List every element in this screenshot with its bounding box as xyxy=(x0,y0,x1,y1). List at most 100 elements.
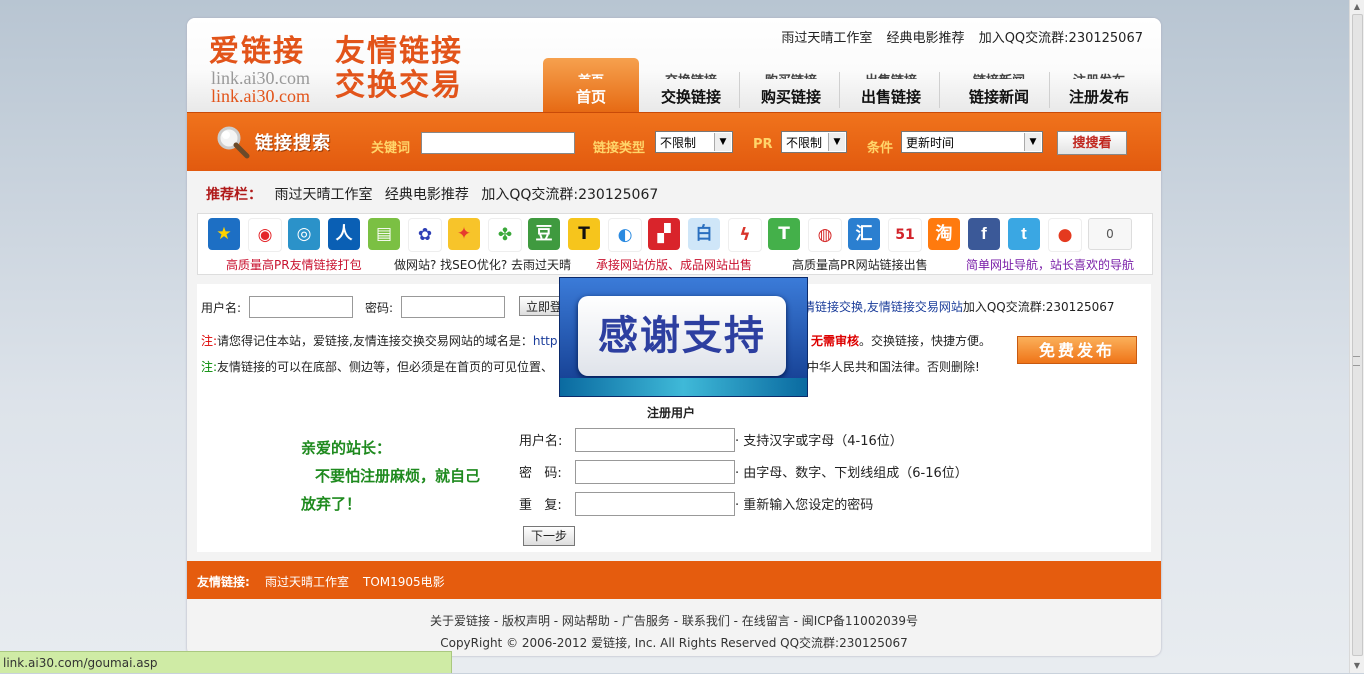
scroll-down-icon[interactable]: ▼ xyxy=(1352,661,1362,671)
condition-value: 更新时间 xyxy=(906,136,955,150)
link-type-select[interactable]: 不限制 ▼ xyxy=(655,131,733,153)
search-title: 链接搜索 xyxy=(255,133,331,154)
footer-links[interactable]: 关于爱链接 - 版权声明 - 网站帮助 - 广告服务 - 联系我们 - 在线留言… xyxy=(187,610,1161,632)
promo-link-pr-sale[interactable]: 高质量高PR网站链接出售 xyxy=(792,256,928,273)
condition-label: 条件 xyxy=(867,141,894,156)
taobao-icon[interactable]: 淘 xyxy=(928,218,960,250)
nav-separator xyxy=(739,72,740,108)
promo-link-seo[interactable]: 做网站? 找SEO优化? 去雨过天晴 xyxy=(394,256,571,273)
nav-tab-exchange[interactable]: 交换链接 交换链接 xyxy=(643,58,739,112)
note-domain: 注:请您得记住本站，爱链接,友情连接交换交易网站的域名是：http xyxy=(201,332,558,349)
login-password-input[interactable] xyxy=(401,296,505,318)
promo-link-nav[interactable]: 简单网址导航，站长喜欢的导航 xyxy=(966,256,1134,273)
site-logo[interactable]: 爱链接 友情链接 link.ai30.com link.ai30.com 交换交… xyxy=(209,24,469,108)
51-icon[interactable]: 51 xyxy=(888,218,922,252)
browser-status-bar: link.ai30.com/goumai.asp xyxy=(0,651,452,673)
netease-icon[interactable]: ◍ xyxy=(808,218,842,252)
friend-links-bar: 友情链接: 雨过天晴工作室 TOM1905电影 xyxy=(187,561,1161,599)
scroll-grip-icon xyxy=(1353,356,1360,366)
nav-tab-register[interactable]: 注册发布 注册发布 xyxy=(1051,58,1147,112)
weibo-icon[interactable]: ◉ xyxy=(248,218,282,252)
login-username-input[interactable] xyxy=(249,296,353,318)
nav-tab-register-ghost: 注册发布 xyxy=(1051,70,1147,79)
thanks-popup-ad[interactable]: 感谢支持 xyxy=(559,277,808,397)
apple-icon[interactable]: ● xyxy=(1048,218,1082,252)
recommend-link-movies[interactable]: 经典电影推荐 xyxy=(385,187,469,203)
note-rules-tail: 中华人民共和国法律。否则删除! xyxy=(807,358,980,375)
note-2-text: 友情链接的可以在底部、侧边等，但必须是在首页的可见位置、 xyxy=(217,360,554,374)
register-repeat-input[interactable] xyxy=(575,492,735,516)
t-icon[interactable]: T xyxy=(568,218,600,250)
vertical-scrollbar[interactable]: ▲ ▼ xyxy=(1349,0,1364,673)
register-username-label: 用户名: xyxy=(519,434,563,449)
search-button[interactable]: 搜搜看 xyxy=(1057,131,1127,155)
nav-tab-home-ghost: 首页 xyxy=(543,70,639,79)
share-icon-strip: ★ ◉ ◎ 人 ▤ ✿ ✦ ✤ 豆 T ◐ ▞ 白 ϟ T ◍ 汇 51 淘 f… xyxy=(197,213,1153,275)
note-1-text: 请您得记住本站，爱链接,友情连接交换交易网站的域名是： xyxy=(217,334,533,348)
baidu-icon[interactable]: ✿ xyxy=(408,218,442,252)
nav-tab-sell-ghost: 出售链接 xyxy=(843,70,939,79)
nav-tab-news[interactable]: 链接新闻 链接新闻 xyxy=(951,58,1047,112)
top-link-qq-group[interactable]: 加入QQ交流群:230125067 xyxy=(979,31,1143,46)
keyword-input[interactable] xyxy=(421,132,575,154)
nav-tab-buy[interactable]: 购买链接 购买链接 xyxy=(743,58,839,112)
hui-icon[interactable]: 汇 xyxy=(848,218,880,250)
tail-link-exchange[interactable]: 情链接交换 xyxy=(803,300,863,314)
recommend-link-qq[interactable]: 加入QQ交流群:230125067 xyxy=(481,187,658,203)
nav-tab-home[interactable]: 首页 首页 xyxy=(543,58,639,112)
magnifier-icon xyxy=(217,126,250,159)
t-green-icon[interactable]: T xyxy=(768,218,800,250)
seagull-icon[interactable]: ϟ xyxy=(728,218,762,252)
register-password-input[interactable] xyxy=(575,460,735,484)
register-encouragement: 亲爱的站长： 不要怕注册麻烦，就自己 放弃了！ xyxy=(301,434,480,518)
kaixin-icon[interactable]: ▤ xyxy=(368,218,400,250)
logo-text-main: 爱链接 xyxy=(209,34,305,69)
top-link-movies[interactable]: 经典电影推荐 xyxy=(887,31,965,46)
register-password-hint: · 由字母、数字、下划线组成（6-16位） xyxy=(735,466,968,481)
top-link-studio[interactable]: 雨过天晴工作室 xyxy=(781,31,872,46)
top-links: 雨过天晴工作室 经典电影推荐 加入QQ交流群:230125067 xyxy=(771,27,1143,46)
friend-link-studio[interactable]: 雨过天晴工作室 xyxy=(265,573,349,590)
douban-icon[interactable]: 豆 xyxy=(528,218,560,250)
register-repeat-label: 重 复: xyxy=(519,498,562,513)
qq-space-icon[interactable]: ✦ xyxy=(448,218,480,250)
condition-select[interactable]: 更新时间 ▼ xyxy=(901,131,1043,153)
tail-link-trade[interactable]: ,友情链接交易网站 xyxy=(863,300,963,314)
nav-separator xyxy=(1049,72,1050,108)
note-2-prefix: 注: xyxy=(201,360,218,374)
free-publish-button[interactable]: 免费发布 xyxy=(1017,336,1137,364)
nav-separator xyxy=(839,72,840,108)
pr-value: 不限制 xyxy=(786,136,823,150)
360-icon[interactable]: ◐ xyxy=(608,218,642,252)
note-domain-tail: 无需审核。交换链接，快捷方便。 xyxy=(811,332,991,349)
dear-line-1: 亲爱的站长： xyxy=(301,439,392,457)
baidu-bai-icon[interactable]: 白 xyxy=(688,218,720,250)
twitter-icon[interactable]: t xyxy=(1008,218,1040,250)
recommend-link-studio[interactable]: 雨过天晴工作室 xyxy=(274,187,372,203)
login-username-label: 用户名: xyxy=(201,301,242,315)
promo-link-pr-pack[interactable]: 高质量高PR友情链接打包 xyxy=(226,256,362,273)
pr-label: PR xyxy=(753,137,773,152)
facebook-icon[interactable]: f xyxy=(968,218,1000,250)
tencent-weibo-icon[interactable]: ◎ xyxy=(288,218,320,250)
scroll-up-icon[interactable]: ▲ xyxy=(1352,2,1362,12)
qzone-icon[interactable]: ★ xyxy=(208,218,240,250)
nav-tab-news-ghost: 链接新闻 xyxy=(951,70,1047,79)
next-step-button[interactable]: 下一步 xyxy=(523,526,575,546)
scroll-thumb[interactable] xyxy=(1352,14,1363,656)
tail-qq: 加入QQ交流群:230125067 xyxy=(962,300,1115,314)
site-footer: 关于爱链接 - 版权声明 - 网站帮助 - 广告服务 - 联系我们 - 在线留言… xyxy=(187,610,1161,654)
clover-icon[interactable]: ✤ xyxy=(488,218,522,252)
note-1-prefix: 注: xyxy=(201,334,218,348)
renren-icon[interactable]: 人 xyxy=(328,218,360,250)
digg-icon[interactable]: ▞ xyxy=(648,218,680,250)
friend-link-tom1905[interactable]: TOM1905电影 xyxy=(363,573,445,590)
note-1-url[interactable]: http xyxy=(533,334,558,348)
register-username-input[interactable] xyxy=(575,428,735,452)
pr-select[interactable]: 不限制 ▼ xyxy=(781,131,847,153)
register-password-label: 密 码: xyxy=(519,466,562,481)
promo-link-site-clone[interactable]: 承接网站仿版、成品网站出售 xyxy=(596,256,752,273)
nav-tab-sell[interactable]: 出售链接 出售链接 xyxy=(843,58,939,112)
login-password-label: 密码: xyxy=(365,301,394,315)
note-1-no-review: 无需审核 xyxy=(811,334,860,348)
